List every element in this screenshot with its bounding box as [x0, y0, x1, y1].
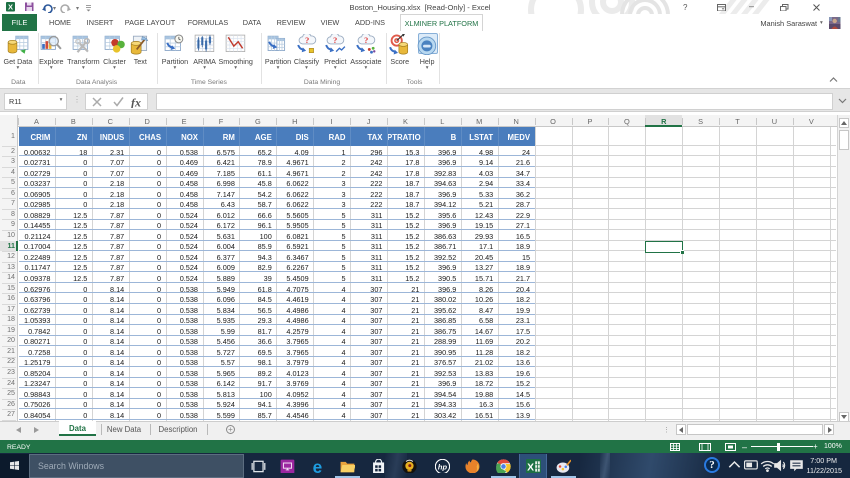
- svg-text:?: ?: [333, 36, 337, 45]
- svg-text:?: ?: [364, 36, 368, 45]
- svg-text:▾: ▾: [76, 6, 79, 12]
- svg-text:?: ?: [305, 36, 309, 45]
- svg-text:▾: ▾: [53, 6, 56, 12]
- svg-text:e: e: [312, 459, 322, 474]
- svg-text:fx: fx: [131, 96, 141, 108]
- svg-text:X: X: [8, 3, 13, 12]
- svg-text:hp: hp: [438, 462, 448, 471]
- svg-text:X: X: [527, 462, 534, 473]
